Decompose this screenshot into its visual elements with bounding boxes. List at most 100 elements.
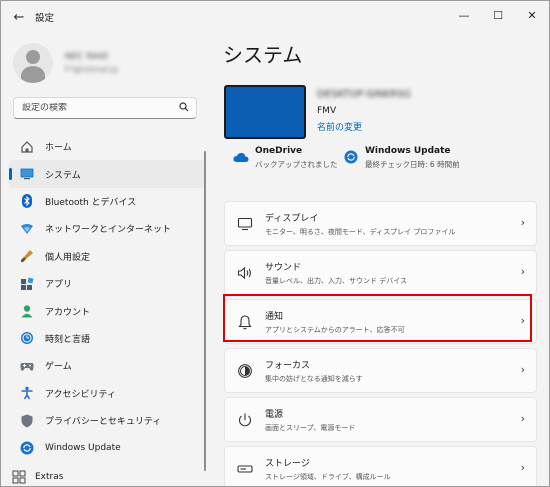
app-title: 設定	[35, 13, 55, 24]
nav-label: 時刻と言語	[45, 334, 91, 345]
nav-label: システム	[45, 170, 81, 181]
brush-icon	[19, 248, 35, 264]
focus-icon	[235, 361, 255, 381]
bell-icon	[235, 312, 255, 332]
cloud-icon	[233, 149, 249, 165]
chevron-right-icon: ›	[520, 363, 525, 376]
card-display[interactable]: ディスプレイ モニター、明るさ、夜間モード、ディスプレイ プロファイル ›	[224, 201, 537, 246]
card-sound[interactable]: サウンド 音量レベル、出力、入力、サウンド デバイス ›	[224, 250, 537, 295]
sidebar: NEC RAID F*@hotmail.jp ホーム システム	[1, 33, 209, 486]
nav-item-accounts[interactable]: アカウント	[9, 297, 205, 324]
nav-label: ネットワークとインターネット	[45, 225, 172, 236]
nav-item-bluetooth[interactable]: Bluetooth とデバイス	[9, 188, 205, 215]
card-subtitle: 集中の妨げとなる通知を減らす	[265, 374, 363, 383]
nav-label: ゲーム	[45, 362, 72, 373]
windows-update-icon	[19, 440, 35, 456]
card-title: フォーカス	[265, 360, 311, 371]
nav-label: 個人用設定	[45, 252, 91, 263]
nav-item-apps[interactable]: アプリ	[9, 270, 205, 297]
user-profile[interactable]: NEC RAID F*@hotmail.jp	[13, 43, 118, 83]
sidebar-scrollbar[interactable]	[204, 151, 206, 471]
minimize-button[interactable]: —	[447, 1, 481, 29]
card-title: 電源	[265, 409, 284, 420]
system-icon	[19, 166, 35, 182]
sound-icon	[235, 263, 255, 283]
chevron-right-icon: ›	[520, 265, 525, 278]
nav-label: アクセシビリティ	[45, 389, 117, 400]
nav-item-windows-update[interactable]: Windows Update	[9, 434, 205, 461]
nav-label: Bluetooth とデバイス	[45, 197, 137, 208]
main-panel: システム DESKTOP-SINKRSG FMV 名前の変更 OneDrive …	[209, 33, 549, 486]
maximize-button[interactable]: ☐	[481, 1, 515, 29]
card-subtitle: ストレージ領域、ドライブ、構成ルール	[265, 472, 391, 481]
power-icon	[235, 410, 255, 430]
nav-item-accessibility[interactable]: アクセシビリティ	[9, 380, 205, 407]
onedrive-subtitle: バックアップされました	[255, 160, 338, 169]
search-icon[interactable]	[179, 102, 189, 115]
rename-link[interactable]: 名前の変更	[317, 120, 362, 133]
accessibility-icon	[19, 385, 35, 401]
profile-email: F*@hotmail.jp	[65, 65, 119, 74]
close-button[interactable]: ✕	[515, 1, 549, 29]
device-name: DESKTOP-SINKRSG	[317, 89, 411, 100]
nav-item-home[interactable]: ホーム	[9, 133, 205, 160]
card-title: ストレージ	[265, 458, 310, 469]
nav-label: ホーム	[45, 143, 72, 154]
search-box[interactable]	[13, 97, 197, 119]
card-subtitle: アプリとシステムからのアラート、応答不可	[265, 325, 405, 334]
gaming-icon	[19, 358, 35, 374]
nav-item-privacy[interactable]: プライバシーとセキュリティ	[9, 407, 205, 434]
settings-cards: ディスプレイ モニター、明るさ、夜間モード、ディスプレイ プロファイル › サウ…	[224, 201, 537, 486]
nav-item-extras[interactable]: Extras	[11, 469, 63, 485]
update-icon	[343, 149, 359, 165]
settings-window: ← 設定 — ☐ ✕ NEC RAID F*@hotmail.jp 設定の検索 …	[0, 0, 550, 487]
windows-update-status[interactable]: Windows Update 最終チェック日時: 6 時間前	[343, 146, 460, 170]
nav-label: プライバシーとセキュリティ	[45, 417, 162, 428]
extras-icon	[11, 469, 27, 485]
apps-icon	[19, 276, 35, 292]
card-focus[interactable]: フォーカス 集中の妨げとなる通知を減らす ›	[224, 348, 537, 393]
nav-item-time-language[interactable]: 時刻と言語	[9, 325, 205, 352]
nav-item-gaming[interactable]: ゲーム	[9, 352, 205, 379]
profile-name: NEC RAID	[65, 52, 109, 62]
windows-update-title: Windows Update	[365, 146, 451, 156]
shield-icon	[19, 413, 35, 429]
account-icon	[19, 303, 35, 319]
display-icon	[235, 214, 255, 234]
nav-label: アプリ	[45, 280, 73, 291]
storage-icon	[235, 459, 255, 479]
card-subtitle: 音量レベル、出力、入力、サウンド デバイス	[265, 276, 408, 285]
title-bar: ← 設定 — ☐ ✕	[1, 1, 549, 33]
nav-list: ホーム システム Bluetooth とデバイス ネットワークとインターネット	[9, 133, 205, 462]
extras-label: Extras	[35, 472, 64, 482]
bluetooth-icon	[19, 193, 35, 209]
nav-label: Windows Update	[45, 442, 121, 453]
nav-item-personalization[interactable]: 個人用設定	[9, 243, 205, 270]
chevron-right-icon: ›	[520, 314, 525, 327]
nav-item-network[interactable]: ネットワークとインターネット	[9, 215, 205, 242]
window-controls: — ☐ ✕	[447, 1, 549, 29]
card-subtitle: モニター、明るさ、夜間モード、ディスプレイ プロファイル	[265, 227, 456, 236]
chevron-right-icon: ›	[520, 412, 525, 425]
nav-label: アカウント	[45, 307, 91, 318]
device-model: FMV	[317, 106, 337, 116]
card-subtitle: 画面とスリープ、電源モード	[265, 423, 356, 432]
onedrive-title: OneDrive	[255, 146, 303, 156]
windows-update-subtitle: 最終チェック日時: 6 時間前	[365, 160, 460, 169]
back-button[interactable]: ←	[7, 5, 31, 29]
time-language-icon	[19, 330, 35, 346]
card-notifications[interactable]: 通知 アプリとシステムからのアラート、応答不可 ›	[224, 299, 537, 344]
chevron-right-icon: ›	[520, 216, 525, 229]
card-title: サウンド	[265, 262, 302, 273]
card-title: ディスプレイ	[265, 213, 319, 224]
nav-item-system[interactable]: システム	[9, 160, 205, 188]
card-title: 通知	[265, 311, 284, 322]
network-icon	[19, 221, 35, 237]
home-icon	[19, 139, 35, 155]
device-thumbnail	[224, 85, 306, 139]
search-input[interactable]	[14, 103, 174, 113]
chevron-right-icon: ›	[520, 461, 525, 474]
card-storage[interactable]: ストレージ ストレージ領域、ドライブ、構成ルール ›	[224, 446, 537, 486]
card-power[interactable]: 電源 画面とスリープ、電源モード ›	[224, 397, 537, 442]
onedrive-status[interactable]: OneDrive バックアップされました	[233, 146, 338, 170]
